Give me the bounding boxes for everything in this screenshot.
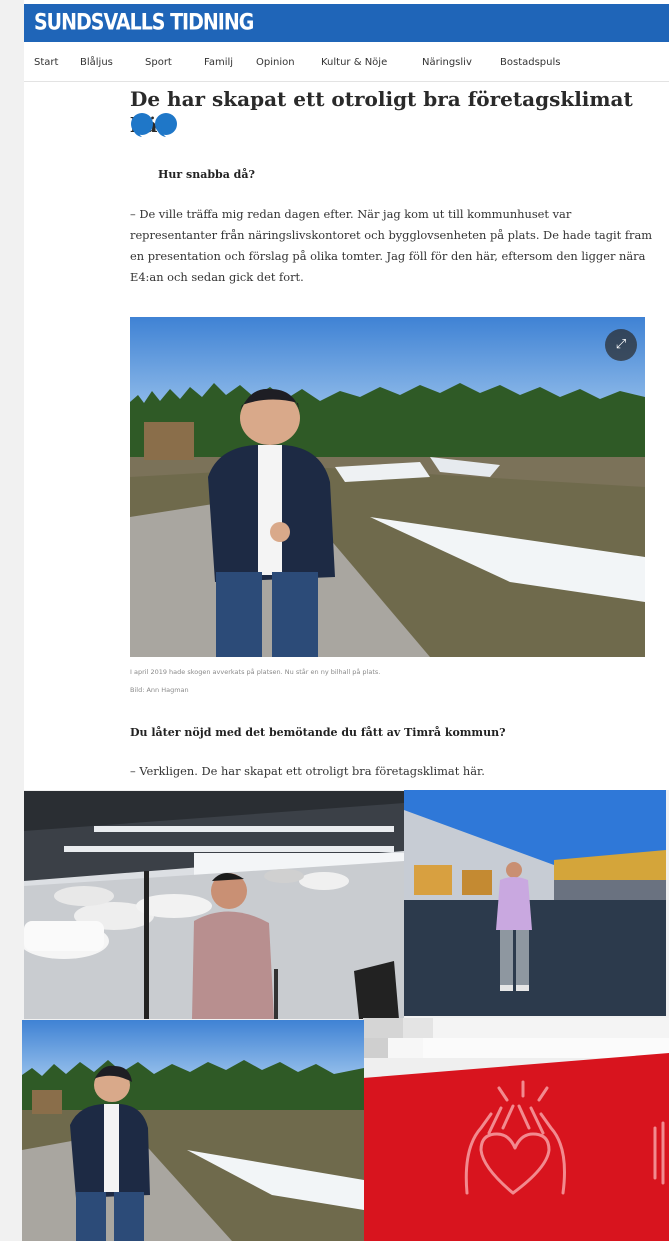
photo-credit: Bild: Ann Hagman <box>130 686 189 694</box>
nav-item-opinion[interactable]: Opinion <box>256 57 295 68</box>
article-page: SUNDSVALLS TIDNING Start Blåljus Sport F… <box>24 0 669 790</box>
expand-icon[interactable]: ⤢ <box>605 329 637 361</box>
nav-item-start[interactable]: Start <box>34 57 58 68</box>
pixelated-overlay <box>363 1018 669 1078</box>
nav-item-sport[interactable]: Sport <box>145 57 172 68</box>
article-headline: De har skapat ett otroligt bra företagsk… <box>130 87 633 137</box>
interview-question-1: Hur snabba då? <box>158 168 255 181</box>
nav-item-bostadspuls[interactable]: Bostadspuls <box>500 57 560 68</box>
quote-icon <box>131 113 177 137</box>
field-photo-svg <box>130 317 645 657</box>
interview-answer-1: – De ville träffa mig redan dagen efter.… <box>130 207 653 284</box>
building-photo-svg <box>404 790 666 1016</box>
field-photo-repeat-svg <box>22 1020 364 1241</box>
nav-item-blaljus[interactable]: Blåljus <box>80 57 113 68</box>
nav-item-naringsliv[interactable]: Näringsliv <box>422 57 472 68</box>
interview-question-2: Du låter nöjd med det bemötande du fått … <box>130 726 506 739</box>
site-logo[interactable]: SUNDSVALLS TIDNING <box>34 10 254 35</box>
photo-caption: I april 2019 hade skogen avverkats på pl… <box>130 668 381 676</box>
article-photo[interactable]: ⤢ <box>130 317 645 657</box>
main-navigation: Start Blåljus Sport Familj Opinion Kultu… <box>24 47 669 82</box>
showroom-photo-svg <box>24 791 404 1019</box>
interview-answer-2: – Verkligen. De har skapat ett otroligt … <box>130 764 485 778</box>
nav-item-kultur-noje[interactable]: Kultur & Nöje <box>321 57 387 68</box>
masthead: SUNDSVALLS TIDNING <box>24 4 669 42</box>
nav-item-familj[interactable]: Familj <box>204 57 233 68</box>
showroom-photo <box>24 791 404 1019</box>
field-photo-repeat <box>22 1020 364 1241</box>
building-photo <box>404 790 666 1016</box>
